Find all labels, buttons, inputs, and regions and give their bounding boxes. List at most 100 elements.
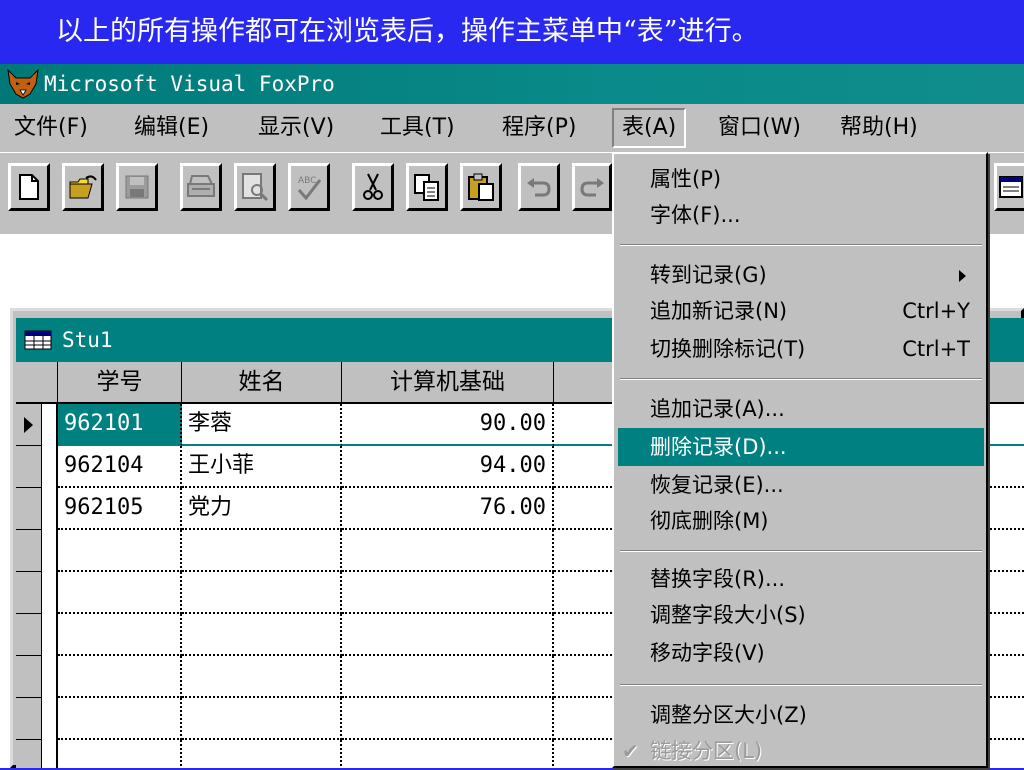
menu-item-label: 切换删除标记(T) (650, 337, 806, 361)
undo-button[interactable] (518, 163, 560, 211)
cell-name[interactable]: 李蓉 (182, 404, 342, 446)
menu-item-delete-records[interactable]: 删除记录(D)... (618, 428, 984, 466)
copy-button[interactable] (406, 163, 448, 211)
print-button[interactable] (180, 163, 222, 211)
cell-score[interactable]: 94.00 (342, 446, 554, 488)
cell-blank (182, 656, 342, 698)
open-button[interactable] (62, 163, 104, 211)
menu-separator (620, 550, 982, 552)
spell-check-icon: ABC (297, 176, 322, 201)
cell-blank (58, 656, 182, 698)
menu-item-label: 删除记录(D)... (650, 435, 787, 459)
cut-icon (363, 173, 383, 200)
menu-item-toggle-delete-mark[interactable]: 切换删除标记(T) Ctrl+T (618, 330, 984, 368)
row-selector[interactable] (16, 656, 42, 698)
undo-icon (527, 178, 551, 197)
cell-blank (342, 530, 554, 572)
print-preview-button[interactable] (234, 163, 276, 211)
column-header-name[interactable]: 姓名 (182, 362, 342, 404)
cell-blank (342, 656, 554, 698)
row-selector[interactable] (16, 740, 42, 768)
print-preview-icon (242, 173, 269, 202)
menu-item-link-partitions[interactable]: ✔ 链接分区(L) (618, 732, 984, 770)
cell-score[interactable]: 90.00 (342, 404, 554, 446)
menu-item-shortcut: Ctrl+T (902, 337, 970, 361)
menu-separator (620, 244, 982, 246)
cell-blank (58, 614, 182, 656)
menu-program[interactable]: 程序(P) (494, 110, 584, 146)
cell-score[interactable]: 76.00 (342, 488, 554, 530)
menu-view[interactable]: 显示(V) (250, 110, 342, 146)
browse-window-icon (999, 176, 1023, 198)
menu-file[interactable]: 文件(F) (6, 110, 96, 146)
row-selector-current[interactable] (16, 404, 42, 446)
menu-item-resize-field[interactable]: 调整字段大小(S) (618, 596, 984, 634)
menu-item-move-field[interactable]: 移动字段(V) (618, 634, 984, 672)
row-selector[interactable] (16, 698, 42, 740)
menu-item-label: 链接分区(L) (650, 739, 763, 763)
cell-blank (182, 572, 342, 614)
cell-blank (58, 530, 182, 572)
menu-item-append-new-record[interactable]: 追加新记录(N) Ctrl+Y (618, 292, 984, 330)
menu-item-label: 属性(P) (650, 167, 722, 191)
menu-item-shortcut: Ctrl+Y (902, 299, 970, 323)
cell-id[interactable]: 962104 (58, 446, 182, 488)
menu-item-label: 替换字段(R)... (650, 567, 786, 591)
column-header-score[interactable]: 计算机基础 (342, 362, 554, 404)
menu-item-append-records[interactable]: 追加记录(A)... (618, 390, 984, 428)
row-selector[interactable] (16, 488, 42, 530)
save-button[interactable] (116, 163, 158, 211)
menu-item-label: 追加新记录(N) (650, 299, 788, 323)
menu-item-replace-field[interactable]: 替换字段(R)... (618, 560, 984, 598)
delete-mark-column[interactable] (42, 404, 58, 768)
menu-item-pack[interactable]: 彻底删除(M) (618, 502, 984, 540)
cell-name[interactable]: 王小菲 (182, 446, 342, 488)
menu-help[interactable]: 帮助(H) (832, 110, 926, 146)
menu-tools[interactable]: 工具(T) (372, 110, 463, 146)
cut-button[interactable] (352, 163, 394, 211)
cell-blank (342, 572, 554, 614)
menu-item-label: 彻底删除(M) (650, 509, 769, 533)
menu-item-properties[interactable]: 属性(P) (618, 160, 984, 198)
new-button[interactable] (8, 163, 50, 211)
menu-edit[interactable]: 编辑(E) (126, 110, 217, 146)
row-selector[interactable] (16, 572, 42, 614)
menu-item-resize-partition[interactable]: 调整分区大小(Z) (618, 696, 984, 734)
foxpro-fox-icon (7, 68, 39, 99)
new-icon (19, 174, 39, 200)
copy-icon (414, 174, 439, 201)
menu-item-label: 调整分区大小(Z) (650, 703, 807, 727)
app-title: Microsoft Visual FoxPro (44, 72, 335, 96)
cell-blank (182, 698, 342, 740)
cell-blank (342, 740, 554, 768)
column-header-id[interactable]: 学号 (58, 362, 182, 404)
menu-item-label: 追加记录(A)... (650, 397, 785, 421)
menu-table[interactable]: 表(A) (612, 108, 687, 148)
menu-item-label: 调整字段大小(S) (650, 603, 806, 627)
cell-blank (182, 740, 342, 768)
menu-item-recall-records[interactable]: 恢复记录(E)... (618, 466, 984, 504)
row-selector[interactable] (16, 530, 42, 572)
menu-item-label: 移动字段(V) (650, 641, 765, 665)
menu-window[interactable]: 窗口(W) (710, 110, 809, 146)
cell-name[interactable]: 党力 (182, 488, 342, 530)
browse-window-button[interactable] (994, 163, 1024, 211)
row-selector[interactable] (16, 614, 42, 656)
cell-blank (342, 698, 554, 740)
table-menu-dropdown: 属性(P) 字体(F)... 转到记录(G) 追加新记录(N) Ctrl+Y 切换… (612, 152, 988, 768)
app-titlebar[interactable]: Microsoft Visual FoxPro (0, 64, 1024, 104)
cell-blank (342, 614, 554, 656)
cell-id[interactable]: 962101 (58, 404, 182, 446)
cell-id[interactable]: 962105 (58, 488, 182, 530)
menu-item-font[interactable]: 字体(F)... (618, 196, 984, 234)
submenu-arrow-icon (959, 270, 966, 282)
row-selector[interactable] (16, 446, 42, 488)
redo-button[interactable] (572, 163, 612, 211)
menu-item-goto-record[interactable]: 转到记录(G) (618, 256, 984, 294)
menu-separator (620, 684, 982, 686)
spell-check-button[interactable]: ABC (288, 163, 330, 211)
menu-bar: 文件(F) 编辑(E) 显示(V) 工具(T) 程序(P) 表(A) 窗口(W)… (0, 104, 1024, 153)
cell-blank (58, 740, 182, 768)
svg-text:ABC: ABC (298, 176, 316, 186)
paste-button[interactable] (460, 163, 502, 211)
